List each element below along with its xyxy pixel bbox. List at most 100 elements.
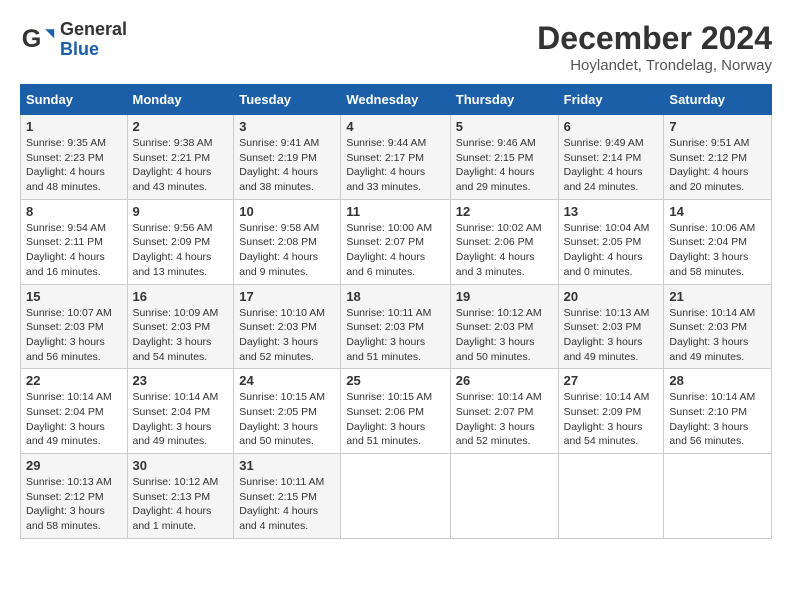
day-info: Sunrise: 9:41 AMSunset: 2:19 PMDaylight:… bbox=[239, 137, 319, 193]
empty-cell bbox=[664, 454, 772, 539]
calendar-day-cell: 3 Sunrise: 9:41 AMSunset: 2:19 PMDayligh… bbox=[234, 115, 341, 200]
day-number: 2 bbox=[133, 119, 229, 134]
calendar-day-cell: 8 Sunrise: 9:54 AMSunset: 2:11 PMDayligh… bbox=[21, 199, 128, 284]
calendar-table: SundayMondayTuesdayWednesdayThursdayFrid… bbox=[20, 84, 772, 539]
calendar-day-cell: 10 Sunrise: 9:58 AMSunset: 2:08 PMDaylig… bbox=[234, 199, 341, 284]
day-number: 12 bbox=[456, 204, 553, 219]
day-number: 30 bbox=[133, 458, 229, 473]
day-number: 7 bbox=[669, 119, 766, 134]
calendar-day-cell: 22 Sunrise: 10:14 AMSunset: 2:04 PMDayli… bbox=[21, 369, 128, 454]
day-number: 4 bbox=[346, 119, 444, 134]
logo: G General Blue bbox=[20, 20, 127, 60]
day-number: 5 bbox=[456, 119, 553, 134]
day-header-tuesday: Tuesday bbox=[234, 85, 341, 115]
day-header-monday: Monday bbox=[127, 85, 234, 115]
logo-blue: Blue bbox=[60, 40, 127, 60]
header: G General Blue December 2024 Hoylandet, … bbox=[20, 20, 772, 74]
day-number: 11 bbox=[346, 204, 444, 219]
day-number: 1 bbox=[26, 119, 122, 134]
day-info: Sunrise: 10:11 AMSunset: 2:03 PMDaylight… bbox=[346, 307, 431, 363]
calendar-day-cell: 11 Sunrise: 10:00 AMSunset: 2:07 PMDayli… bbox=[341, 199, 450, 284]
calendar-day-cell: 27 Sunrise: 10:14 AMSunset: 2:09 PMDayli… bbox=[558, 369, 664, 454]
calendar-day-cell: 9 Sunrise: 9:56 AMSunset: 2:09 PMDayligh… bbox=[127, 199, 234, 284]
day-number: 8 bbox=[26, 204, 122, 219]
calendar-day-cell: 16 Sunrise: 10:09 AMSunset: 2:03 PMDayli… bbox=[127, 284, 234, 369]
day-number: 15 bbox=[26, 289, 122, 304]
calendar-day-cell: 13 Sunrise: 10:04 AMSunset: 2:05 PMDayli… bbox=[558, 199, 664, 284]
day-info: Sunrise: 9:54 AMSunset: 2:11 PMDaylight:… bbox=[26, 222, 106, 278]
day-header-friday: Friday bbox=[558, 85, 664, 115]
day-number: 17 bbox=[239, 289, 335, 304]
day-number: 6 bbox=[564, 119, 659, 134]
day-info: Sunrise: 9:38 AMSunset: 2:21 PMDaylight:… bbox=[133, 137, 213, 193]
calendar-week-row: 29 Sunrise: 10:13 AMSunset: 2:12 PMDayli… bbox=[21, 454, 772, 539]
calendar-day-cell: 12 Sunrise: 10:02 AMSunset: 2:06 PMDayli… bbox=[450, 199, 558, 284]
svg-text:G: G bbox=[22, 25, 42, 53]
day-number: 19 bbox=[456, 289, 553, 304]
calendar-week-row: 15 Sunrise: 10:07 AMSunset: 2:03 PMDayli… bbox=[21, 284, 772, 369]
calendar-header-row: SundayMondayTuesdayWednesdayThursdayFrid… bbox=[21, 85, 772, 115]
calendar-day-cell: 30 Sunrise: 10:12 AMSunset: 2:13 PMDayli… bbox=[127, 454, 234, 539]
calendar-day-cell: 7 Sunrise: 9:51 AMSunset: 2:12 PMDayligh… bbox=[664, 115, 772, 200]
day-info: Sunrise: 9:58 AMSunset: 2:08 PMDaylight:… bbox=[239, 222, 319, 278]
day-info: Sunrise: 10:06 AMSunset: 2:04 PMDaylight… bbox=[669, 222, 755, 278]
calendar-day-cell: 26 Sunrise: 10:14 AMSunset: 2:07 PMDayli… bbox=[450, 369, 558, 454]
empty-cell bbox=[450, 454, 558, 539]
day-info: Sunrise: 10:10 AMSunset: 2:03 PMDaylight… bbox=[239, 307, 325, 363]
day-header-sunday: Sunday bbox=[21, 85, 128, 115]
calendar-day-cell: 1 Sunrise: 9:35 AMSunset: 2:23 PMDayligh… bbox=[21, 115, 128, 200]
day-info: Sunrise: 9:51 AMSunset: 2:12 PMDaylight:… bbox=[669, 137, 749, 193]
day-info: Sunrise: 10:11 AMSunset: 2:15 PMDaylight… bbox=[239, 476, 324, 532]
day-info: Sunrise: 9:44 AMSunset: 2:17 PMDaylight:… bbox=[346, 137, 426, 193]
day-info: Sunrise: 10:14 AMSunset: 2:03 PMDaylight… bbox=[669, 307, 755, 363]
day-number: 16 bbox=[133, 289, 229, 304]
day-number: 28 bbox=[669, 373, 766, 388]
day-number: 14 bbox=[669, 204, 766, 219]
day-info: Sunrise: 10:13 AMSunset: 2:12 PMDaylight… bbox=[26, 476, 112, 532]
calendar-day-cell: 4 Sunrise: 9:44 AMSunset: 2:17 PMDayligh… bbox=[341, 115, 450, 200]
day-number: 10 bbox=[239, 204, 335, 219]
day-number: 22 bbox=[26, 373, 122, 388]
day-info: Sunrise: 10:07 AMSunset: 2:03 PMDaylight… bbox=[26, 307, 112, 363]
day-number: 24 bbox=[239, 373, 335, 388]
month-title: December 2024 bbox=[537, 20, 772, 57]
day-number: 25 bbox=[346, 373, 444, 388]
day-info: Sunrise: 10:02 AMSunset: 2:06 PMDaylight… bbox=[456, 222, 542, 278]
day-info: Sunrise: 10:15 AMSunset: 2:05 PMDaylight… bbox=[239, 391, 325, 447]
title-area: December 2024 Hoylandet, Trondelag, Norw… bbox=[537, 20, 772, 74]
calendar-day-cell: 24 Sunrise: 10:15 AMSunset: 2:05 PMDayli… bbox=[234, 369, 341, 454]
day-number: 20 bbox=[564, 289, 659, 304]
calendar-day-cell: 14 Sunrise: 10:06 AMSunset: 2:04 PMDayli… bbox=[664, 199, 772, 284]
calendar-day-cell: 18 Sunrise: 10:11 AMSunset: 2:03 PMDayli… bbox=[341, 284, 450, 369]
day-info: Sunrise: 10:14 AMSunset: 2:09 PMDaylight… bbox=[564, 391, 650, 447]
day-number: 31 bbox=[239, 458, 335, 473]
day-number: 27 bbox=[564, 373, 659, 388]
calendar-day-cell: 17 Sunrise: 10:10 AMSunset: 2:03 PMDayli… bbox=[234, 284, 341, 369]
day-info: Sunrise: 10:14 AMSunset: 2:04 PMDaylight… bbox=[26, 391, 112, 447]
day-info: Sunrise: 10:14 AMSunset: 2:04 PMDaylight… bbox=[133, 391, 219, 447]
day-info: Sunrise: 9:56 AMSunset: 2:09 PMDaylight:… bbox=[133, 222, 213, 278]
day-info: Sunrise: 9:49 AMSunset: 2:14 PMDaylight:… bbox=[564, 137, 644, 193]
calendar-day-cell: 6 Sunrise: 9:49 AMSunset: 2:14 PMDayligh… bbox=[558, 115, 664, 200]
calendar-day-cell: 29 Sunrise: 10:13 AMSunset: 2:12 PMDayli… bbox=[21, 454, 128, 539]
day-number: 3 bbox=[239, 119, 335, 134]
calendar-week-row: 1 Sunrise: 9:35 AMSunset: 2:23 PMDayligh… bbox=[21, 115, 772, 200]
day-number: 29 bbox=[26, 458, 122, 473]
day-info: Sunrise: 10:14 AMSunset: 2:07 PMDaylight… bbox=[456, 391, 542, 447]
calendar-day-cell: 25 Sunrise: 10:15 AMSunset: 2:06 PMDayli… bbox=[341, 369, 450, 454]
day-number: 13 bbox=[564, 204, 659, 219]
day-number: 21 bbox=[669, 289, 766, 304]
calendar-day-cell: 23 Sunrise: 10:14 AMSunset: 2:04 PMDayli… bbox=[127, 369, 234, 454]
calendar-day-cell: 5 Sunrise: 9:46 AMSunset: 2:15 PMDayligh… bbox=[450, 115, 558, 200]
day-info: Sunrise: 9:46 AMSunset: 2:15 PMDaylight:… bbox=[456, 137, 536, 193]
day-info: Sunrise: 9:35 AMSunset: 2:23 PMDaylight:… bbox=[26, 137, 106, 193]
day-info: Sunrise: 10:09 AMSunset: 2:03 PMDaylight… bbox=[133, 307, 219, 363]
calendar-day-cell: 20 Sunrise: 10:13 AMSunset: 2:03 PMDayli… bbox=[558, 284, 664, 369]
day-info: Sunrise: 10:13 AMSunset: 2:03 PMDaylight… bbox=[564, 307, 650, 363]
day-header-wednesday: Wednesday bbox=[341, 85, 450, 115]
day-header-saturday: Saturday bbox=[664, 85, 772, 115]
day-info: Sunrise: 10:04 AMSunset: 2:05 PMDaylight… bbox=[564, 222, 650, 278]
day-number: 26 bbox=[456, 373, 553, 388]
day-header-thursday: Thursday bbox=[450, 85, 558, 115]
empty-cell bbox=[558, 454, 664, 539]
